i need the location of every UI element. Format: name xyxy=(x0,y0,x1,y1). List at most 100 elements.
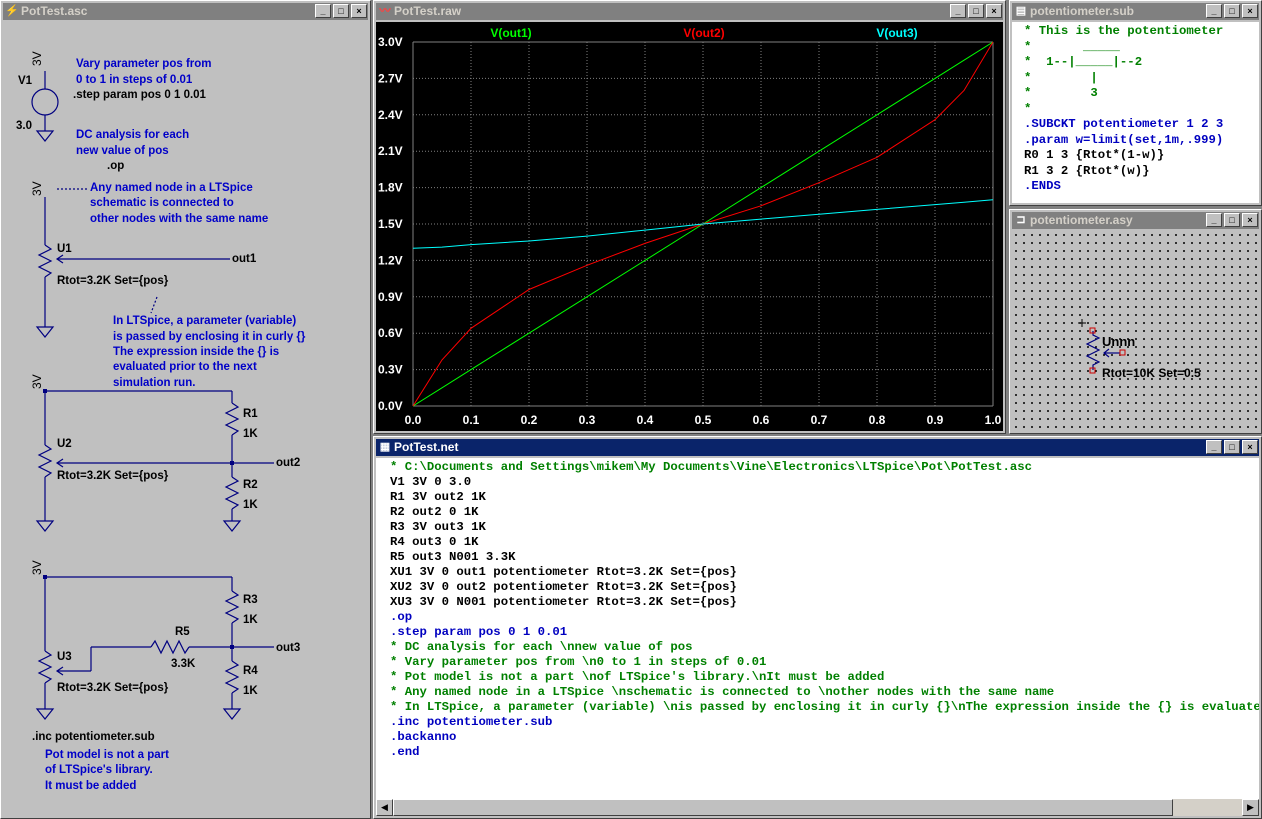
legend-vout1[interactable]: V(out1) xyxy=(490,26,531,40)
sub-window[interactable]: ▤ potentiometer.sub _ □ × * This is the … xyxy=(1009,0,1262,206)
u3-params: Rtot=3.2K Set={pos} xyxy=(57,682,169,694)
plot-pane[interactable]: 0.0 0.1 0.2 0.3 0.4 0.5 0.6 0.7 0.8 0.9 1.0 0.0V 0.3… xyxy=(376,22,1003,431)
net-title: PotTest.net xyxy=(394,440,459,454)
x-tick-label: 0.1 xyxy=(463,413,480,427)
close-button[interactable]: × xyxy=(351,4,367,18)
close-button[interactable]: × xyxy=(1242,213,1258,227)
close-button[interactable]: × xyxy=(986,4,1002,18)
schematic-title: PotTest.asc xyxy=(21,4,88,18)
x-tick-label: 0.8 xyxy=(869,413,886,427)
net-title-bar[interactable]: ▦ PotTest.net _ □ × xyxy=(376,439,1259,456)
comment-param-1: In LTSpice, a parameter (variable) xyxy=(113,315,297,327)
r3-label: R3 xyxy=(243,594,258,606)
asy-title-bar[interactable]: ⊐ potentiometer.asy _ □ × xyxy=(1012,212,1259,229)
asy-canvas[interactable]: Unnn Rtot=10K Set=0.5 xyxy=(1012,231,1259,431)
netlist-line: * Pot model is not a part \nof LTSpice's… xyxy=(390,670,885,684)
netlist-line: .op xyxy=(390,610,413,624)
netlist-line: XU2 3V 0 out2 potentiometer Rtot=3.2K Se… xyxy=(390,580,737,594)
maximize-button[interactable]: □ xyxy=(1224,4,1240,18)
u3-label: U3 xyxy=(57,651,72,663)
x-tick-label: 0.9 xyxy=(927,413,944,427)
text-file-icon: ▤ xyxy=(1015,5,1027,17)
symbol-value: Rtot=10K Set=0.5 xyxy=(1102,366,1201,380)
sub-text-pane[interactable]: * This is the potentiometer * _____ * 1--|… xyxy=(1012,22,1259,203)
comment-inc-1: Pot model is not a part xyxy=(45,749,169,761)
y-tick-label: 2.4V xyxy=(378,108,403,122)
schematic-window[interactable]: ⚡ PotTest.asc _ □ × 3V 3V 3V 3V Vary par… xyxy=(0,0,371,819)
maximize-button[interactable]: □ xyxy=(333,4,349,18)
schematic-icon: ⚡ xyxy=(5,5,19,17)
y-tick-label: 0.9V xyxy=(378,290,403,304)
comment-node-3: other nodes with the same name xyxy=(90,213,269,225)
directive-step: .step param pos 0 1 0.01 xyxy=(73,89,206,101)
out1-label: out1 xyxy=(232,253,257,265)
waveform-plot[interactable]: 0.0 0.1 0.2 0.3 0.4 0.5 0.6 0.7 0.8 0.9 1.0 0.0V 0.3… xyxy=(376,22,1003,431)
schematic-title-bar[interactable]: ⚡ PotTest.asc _ □ × xyxy=(3,3,368,20)
legend-vout3[interactable]: V(out3) xyxy=(876,26,917,40)
netlist-line: * Any named node in a LTSpice \nschemati… xyxy=(390,685,1055,699)
source-name: V1 xyxy=(18,75,33,87)
plot-title: PotTest.raw xyxy=(394,4,462,18)
sub-text-line: * This is the potentiometer xyxy=(1024,24,1224,38)
maximize-button[interactable]: □ xyxy=(1224,213,1240,227)
horizontal-scrollbar[interactable]: ◀ ▶ xyxy=(376,799,1259,816)
netlist-line: * C:\Documents and Settings\mikem\My Doc… xyxy=(390,460,1033,474)
x-tick-label: 0.4 xyxy=(637,413,654,427)
maximize-button[interactable]: □ xyxy=(1224,440,1240,454)
sub-text-line: * xyxy=(1024,101,1032,116)
minimize-button[interactable]: _ xyxy=(950,4,966,18)
legend-vout2[interactable]: V(out2) xyxy=(683,26,724,40)
scroll-thumb[interactable] xyxy=(393,799,1173,816)
r5-label: R5 xyxy=(175,626,190,638)
comment-param-4: evaluated prior to the next xyxy=(113,361,257,373)
minimize-button[interactable]: _ xyxy=(1206,440,1222,454)
netlist-line: .step param pos 0 1 0.01 xyxy=(390,625,568,639)
minimize-button[interactable]: _ xyxy=(1206,4,1222,18)
comment-dc-2: new value of pos xyxy=(76,145,169,157)
comment-param-5: simulation run. xyxy=(113,377,196,389)
close-button[interactable]: × xyxy=(1242,440,1258,454)
sub-text-line: .SUBCKT potentiometer 1 2 3 xyxy=(1024,117,1224,131)
out2-label: out2 xyxy=(276,457,301,469)
net-window[interactable]: ▦ PotTest.net _ □ × * C:\Documents and S… xyxy=(373,436,1262,819)
schematic-canvas[interactable]: 3V 3V 3V 3V Vary parameter pos from 0 to… xyxy=(5,23,366,814)
r5-value: 3.3K xyxy=(171,658,196,670)
asy-window[interactable]: ⊐ potentiometer.asy _ □ × Unnn Rtot=10K xyxy=(1009,209,1262,434)
netlist-line: XU3 3V 0 N001 potentiometer Rtot=3.2K Se… xyxy=(390,595,737,609)
minimize-button[interactable]: _ xyxy=(1206,213,1222,227)
scroll-left-button[interactable]: ◀ xyxy=(376,799,393,816)
x-tick-label: 1.0 xyxy=(985,413,1002,427)
u2-params: Rtot=3.2K Set={pos} xyxy=(57,470,169,482)
sub-text-line: * _____ xyxy=(1024,39,1120,54)
y-tick-label: 0.6V xyxy=(378,326,403,340)
r1-value: 1K xyxy=(243,428,258,440)
symbol-drawing: Unnn Rtot=10K Set=0.5 xyxy=(1078,319,1201,380)
netlist-line: * Vary parameter pos from \n0 to 1 in st… xyxy=(390,655,767,669)
r4-label: R4 xyxy=(243,665,258,677)
comment-param-2: is passed by enclosing it in curly {} xyxy=(113,331,306,343)
waveform-icon: 〰 xyxy=(379,5,391,17)
minimize-button[interactable]: _ xyxy=(315,4,331,18)
r4-value: 1K xyxy=(243,685,258,697)
sub-title-bar[interactable]: ▤ potentiometer.sub _ □ × xyxy=(1012,3,1259,20)
netlist-line: .end xyxy=(390,745,420,759)
r3-value: 1K xyxy=(243,614,258,626)
y-tick-label: 1.2V xyxy=(378,253,403,267)
scroll-right-button[interactable]: ▶ xyxy=(1242,799,1259,816)
symbol-icon: ⊐ xyxy=(1016,214,1026,226)
x-tick-label: 0.3 xyxy=(579,413,596,427)
close-button[interactable]: × xyxy=(1242,4,1258,18)
netlist-line: R4 out3 0 1K xyxy=(390,535,479,549)
r2-value: 1K xyxy=(243,499,258,511)
symbol-inst-name: Unnn xyxy=(1102,334,1135,349)
source-value: 3.0 xyxy=(16,120,32,132)
netlist-line: * DC analysis for each \nnew value of po… xyxy=(390,640,693,654)
plot-title-bar[interactable]: 〰 PotTest.raw _ □ × xyxy=(376,3,1003,20)
comment-inc-2: of LTSpice's library. xyxy=(45,764,153,776)
x-tick-label: 0.7 xyxy=(811,413,828,427)
plot-window[interactable]: 〰 PotTest.raw _ □ × 0.0 0.1 0.2 0.3 0.4 0.5 0.… xyxy=(373,0,1006,434)
schematic-texts: Vary parameter pos from 0 to 1 in steps … xyxy=(5,23,366,814)
comment-param-3: The expression inside the {} is xyxy=(113,346,280,358)
maximize-button[interactable]: □ xyxy=(968,4,984,18)
net-text-pane[interactable]: * C:\Documents and Settings\mikem\My Doc… xyxy=(376,458,1259,799)
